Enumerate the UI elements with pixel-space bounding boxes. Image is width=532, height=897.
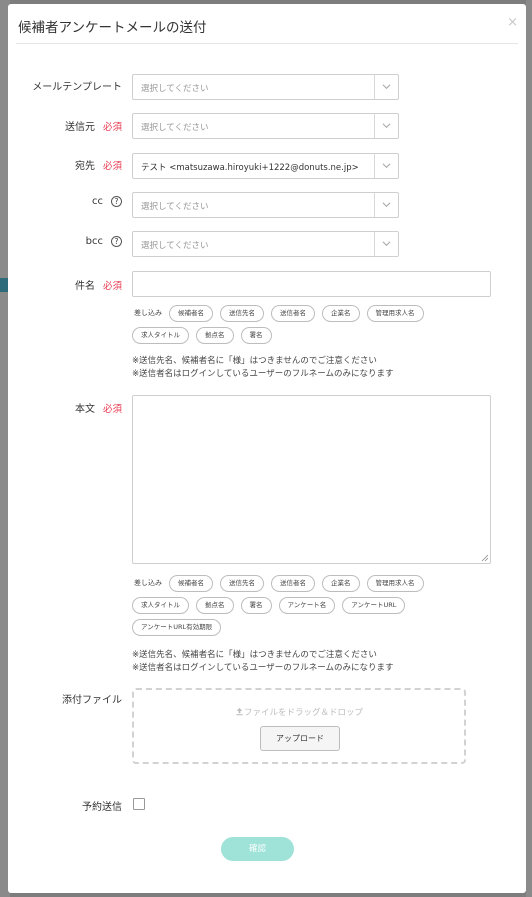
bcc-value: 選択してください <box>141 241 209 251</box>
template-label: メールテンプレート <box>32 82 122 93</box>
survey-mail-modal: 候補者アンケートメールの送付 × メールテンプレート 選択してください 送信元必… <box>8 4 526 893</box>
subject-notes: ※送信先名、候補者名に「様」はつきませんのでご注意ください ※送信者名はログイン… <box>132 355 393 380</box>
modal-title: 候補者アンケートメールの送付 <box>18 20 207 36</box>
select-divider <box>374 154 375 178</box>
chevron-down-icon <box>382 84 391 90</box>
from-value: 選択してください <box>141 123 209 133</box>
bcc-select[interactable]: 選択してください <box>132 231 399 257</box>
insert-tag[interactable]: 署名 <box>240 326 272 344</box>
insert-tag[interactable]: 企業名 <box>322 574 360 592</box>
insert-tag[interactable]: 候補者名 <box>169 574 213 592</box>
insert-tag[interactable]: 候補者名 <box>169 304 213 322</box>
cc-label: cc? <box>92 196 122 207</box>
to-label: 宛先 必須 <box>74 161 122 172</box>
subject-insert-tags: 差し込み 候補者名 送信先名 送信者名 企業名 管理用求人名 求人タイトル 拠点… <box>132 302 482 346</box>
body-textarea[interactable] <box>132 395 491 564</box>
insert-intro: 差し込み <box>134 309 162 317</box>
file-dropzone[interactable]: ファイルをドラッグ＆ドロップ アップロード <box>132 688 466 764</box>
cc-select[interactable]: 選択してください <box>132 192 399 218</box>
note-line: ※送信者名はログインしているユーザーのフルネームのみになります <box>132 662 394 673</box>
required-badge: 必須 <box>102 281 122 292</box>
body-insert-tags: 差し込み 候補者名 送信先名 送信者名 企業名 管理用求人名 求人タイトル 拠点… <box>132 572 482 638</box>
chevron-down-icon <box>382 202 391 208</box>
close-icon[interactable]: × <box>507 15 518 30</box>
note-line: ※送信先名、候補者名に「様」はつきませんのでご注意ください <box>132 650 377 660</box>
chevron-down-icon <box>382 123 391 129</box>
subject-input[interactable] <box>132 271 491 297</box>
to-value: テスト <matsuzawa.hiroyuki+1222@donuts.ne.j… <box>141 163 359 173</box>
note-line: ※送信先名、候補者名に「様」はつきませんのでご注意ください <box>132 356 377 366</box>
attachment-label: 添付ファイル <box>62 695 122 706</box>
insert-tag[interactable]: 拠点名 <box>196 596 234 614</box>
body-notes: ※送信先名、候補者名に「様」はつきませんのでご注意ください ※送信者名はログイン… <box>132 649 393 674</box>
select-divider <box>374 114 375 138</box>
required-badge: 必須 <box>102 122 122 133</box>
help-icon[interactable]: ? <box>111 236 122 247</box>
background-page-right <box>526 0 532 897</box>
insert-tag[interactable]: 求人タイトル <box>132 596 189 614</box>
insert-tag[interactable]: アンケート名 <box>278 596 336 614</box>
insert-tag[interactable]: アンケートURL <box>342 596 406 614</box>
insert-tag[interactable]: 送信者名 <box>271 304 315 322</box>
schedule-label: 予約送信 <box>82 802 122 813</box>
confirm-button[interactable]: 確認 <box>221 837 294 861</box>
insert-tag[interactable]: アンケートURL有効期限 <box>132 618 222 636</box>
insert-tag[interactable]: 署名 <box>240 596 272 614</box>
to-select[interactable]: テスト <matsuzawa.hiroyuki+1222@donuts.ne.j… <box>132 153 399 179</box>
help-icon[interactable]: ? <box>111 196 122 207</box>
upload-icon <box>236 707 243 716</box>
resize-handle-icon[interactable] <box>481 554 489 562</box>
required-badge: 必須 <box>102 404 122 415</box>
required-badge: 必須 <box>102 161 122 172</box>
note-line: ※送信者名はログインしているユーザーのフルネームのみになります <box>132 368 394 379</box>
insert-tag[interactable]: 送信者名 <box>271 574 315 592</box>
insert-intro: 差し込み <box>134 579 162 587</box>
insert-tag[interactable]: 求人タイトル <box>132 326 189 344</box>
select-divider <box>374 232 375 256</box>
subject-label: 件名 必須 <box>74 281 122 292</box>
select-divider <box>374 75 375 99</box>
insert-tag[interactable]: 管理用求人名 <box>366 304 424 322</box>
template-value: 選択してください <box>141 84 209 94</box>
bcc-label: bcc? <box>86 236 122 247</box>
from-label: 送信元 必須 <box>64 122 122 133</box>
cc-value: 選択してください <box>141 202 209 212</box>
body-label: 本文 必須 <box>74 404 122 415</box>
chevron-down-icon <box>382 241 391 247</box>
upload-button[interactable]: アップロード <box>260 726 340 751</box>
dropzone-text: ファイルをドラッグ＆ドロップ <box>134 706 464 718</box>
modal-header: 候補者アンケートメールの送付 × <box>16 4 518 44</box>
template-select[interactable]: 選択してください <box>132 74 399 100</box>
insert-tag[interactable]: 拠点名 <box>196 326 234 344</box>
insert-tag[interactable]: 企業名 <box>322 304 360 322</box>
chevron-down-icon <box>382 163 391 169</box>
from-select[interactable]: 選択してください <box>132 113 399 139</box>
insert-tag[interactable]: 送信先名 <box>220 574 264 592</box>
select-divider <box>374 193 375 217</box>
insert-tag[interactable]: 管理用求人名 <box>366 574 424 592</box>
schedule-checkbox[interactable] <box>133 798 145 810</box>
insert-tag[interactable]: 送信先名 <box>220 304 264 322</box>
